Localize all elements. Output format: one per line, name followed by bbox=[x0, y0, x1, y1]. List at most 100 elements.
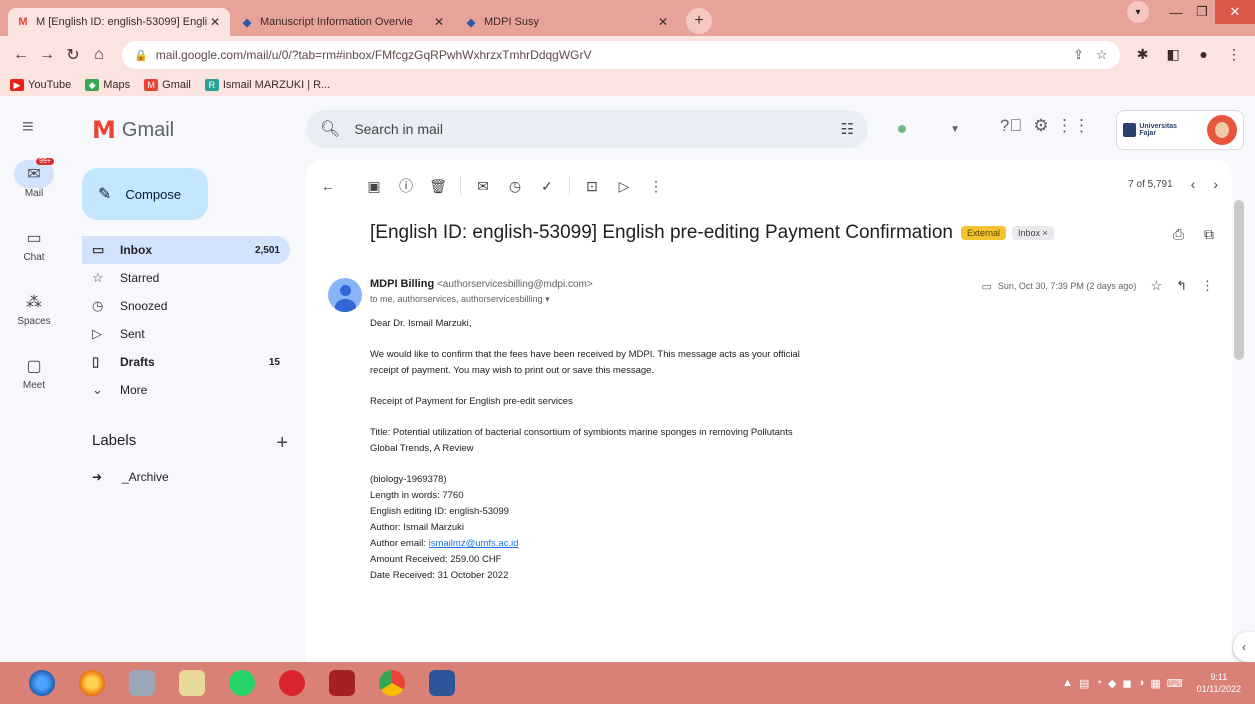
restore-button[interactable]: ❐ bbox=[1189, 4, 1215, 20]
bookmark-researchgate[interactable]: R Ismail MARZUKI | R... bbox=[204, 79, 330, 91]
reload-icon[interactable]: ↻ bbox=[60, 45, 86, 65]
tray-wifi-icon[interactable]: ▦ bbox=[1150, 677, 1160, 690]
home-icon[interactable]: ⌂ bbox=[86, 46, 112, 64]
tray-sync-icon[interactable]: ◔ bbox=[1095, 677, 1102, 689]
close-tab-icon[interactable]: ✕ bbox=[432, 15, 446, 29]
older-icon[interactable]: › bbox=[1213, 176, 1218, 192]
back-to-inbox-icon[interactable]: ← bbox=[312, 178, 344, 194]
nav-item-more[interactable]: ⌄ More bbox=[82, 376, 290, 404]
message-pane: ← ▣ ⓘ 🗑︎ ✉ ◷ ✓ ⊡ ▷ ⋮ 7 of 5,791 ‹ › [Eng… bbox=[306, 160, 1232, 662]
extensions-icon[interactable]: ✱ bbox=[1130, 46, 1156, 63]
tray-volume-icon[interactable]: ◼ bbox=[1123, 677, 1132, 690]
search-icon[interactable]: 🔍︎ bbox=[320, 119, 340, 139]
avatar[interactable] bbox=[1207, 115, 1237, 145]
scrollbar[interactable] bbox=[1234, 200, 1244, 360]
print-icon[interactable]: ⎙ bbox=[1173, 226, 1184, 242]
firefox-icon[interactable] bbox=[70, 666, 114, 700]
tab-susy[interactable]: ◆ MDPI Susy ✕ bbox=[456, 8, 678, 36]
report-spam-icon[interactable]: ⓘ bbox=[390, 176, 422, 196]
address-bar[interactable]: 🔒 mail.google.com/mail/u/0/?tab=rm#inbox… bbox=[122, 41, 1120, 69]
status-indicator[interactable]: ▼ bbox=[886, 110, 972, 148]
add-to-tasks-icon[interactable]: ✓ bbox=[531, 178, 563, 195]
delete-icon[interactable]: 🗑︎ bbox=[422, 178, 454, 195]
rail-item-mail[interactable]: ✉ 99+ Mail bbox=[0, 158, 68, 224]
compose-button[interactable]: ✎ Compose bbox=[82, 168, 208, 220]
nav-item-inbox[interactable]: ▭ Inbox 2,501 bbox=[82, 236, 290, 264]
chrome-icon[interactable] bbox=[370, 666, 414, 700]
forward-icon[interactable]: → bbox=[34, 46, 60, 64]
label-icon[interactable]: ▷ bbox=[608, 178, 640, 195]
close-window-button[interactable]: ✕ bbox=[1215, 0, 1255, 24]
tray-network-icon[interactable]: ▤ bbox=[1079, 677, 1089, 690]
main-menu-icon[interactable]: ≡ bbox=[22, 116, 34, 139]
settings-gear-icon[interactable]: ⚙ bbox=[1026, 116, 1056, 136]
newer-icon[interactable]: ‹ bbox=[1191, 176, 1196, 192]
back-icon[interactable]: ← bbox=[8, 46, 34, 64]
close-tab-icon[interactable]: ✕ bbox=[208, 15, 222, 29]
gmail-app: ≡ M Gmail 🔍︎ Search in mail ☷ ▼ ?⃝ ⚙ ⋮⋮ … bbox=[0, 96, 1255, 662]
rail-item-chat[interactable]: ▭ Chat bbox=[0, 224, 68, 288]
tray-app-icon[interactable]: ◆ bbox=[1108, 677, 1116, 690]
sender-name[interactable]: MDPI Billing bbox=[370, 278, 434, 290]
reply-icon[interactable]: ↰ bbox=[1176, 278, 1187, 294]
open-new-window-icon[interactable]: ⧉ bbox=[1204, 226, 1214, 242]
recipients-line[interactable]: to me, authorservices, authorservicesbil… bbox=[370, 294, 550, 305]
archive-icon[interactable]: ▣ bbox=[358, 178, 390, 195]
snooze-icon[interactable]: ◷ bbox=[499, 178, 531, 195]
nav-item-snoozed[interactable]: ◷ Snoozed bbox=[82, 292, 290, 320]
gmail-header: ≡ M Gmail 🔍︎ Search in mail ☷ ▼ ?⃝ ⚙ ⋮⋮ … bbox=[0, 96, 1255, 160]
nav-item-drafts[interactable]: ▯ Drafts 15 bbox=[82, 348, 290, 376]
bookmark-gmail[interactable]: M Gmail bbox=[144, 79, 191, 91]
sidepanel-icon[interactable]: ◧ bbox=[1160, 46, 1186, 63]
search-input[interactable]: Search in mail bbox=[354, 121, 840, 137]
account-switcher[interactable]: Universitas Fajar bbox=[1116, 110, 1244, 150]
account-icon[interactable]: ● bbox=[1191, 46, 1217, 62]
close-tab-icon[interactable]: ✕ bbox=[656, 15, 670, 29]
tray-warning-icon[interactable]: ▲ bbox=[1062, 677, 1073, 689]
word-icon[interactable] bbox=[420, 666, 464, 700]
start-button[interactable] bbox=[20, 666, 64, 700]
nav-item-sent[interactable]: ▷ Sent bbox=[82, 320, 290, 348]
tab-gmail[interactable]: M M [English ID: english-53099] Engli ✕ bbox=[8, 8, 230, 36]
tab-manuscript[interactable]: ◆ Manuscript Information Overvie ✕ bbox=[232, 8, 454, 36]
side-panel-toggle[interactable]: ‹ bbox=[1233, 632, 1255, 662]
bookmarks-bar: ▶ YouTube ◆ Maps M Gmail R Ismail MARZUKI | … bbox=[0, 74, 1255, 96]
mendeley-icon[interactable] bbox=[320, 666, 364, 700]
profile-icon[interactable]: ▾ bbox=[1127, 1, 1149, 23]
clock[interactable]: 9:11 01/11/2022 bbox=[1197, 671, 1241, 695]
star-icon: ☆ bbox=[92, 270, 104, 285]
bookmark-maps[interactable]: ◆ Maps bbox=[85, 79, 130, 91]
people-icon[interactable] bbox=[120, 666, 164, 700]
rail-item-meet[interactable]: ▢ Meet bbox=[0, 352, 68, 416]
detail-line: English editing ID: english-53099 bbox=[370, 506, 509, 517]
search-options-icon[interactable]: ☷ bbox=[841, 120, 854, 138]
body-paragraph: Receipt of Payment for English pre-edit … bbox=[370, 396, 573, 407]
inbox-tag[interactable]: Inbox × bbox=[1012, 225, 1054, 240]
add-label-button[interactable]: + bbox=[276, 432, 288, 455]
system-tray: ▲ ▤ ◔ ◆ ◼ ◑ ▦ ⌨ 9:11 01/11/2022 bbox=[1056, 662, 1241, 704]
file-explorer-icon[interactable] bbox=[170, 666, 214, 700]
gmail-logo[interactable]: M Gmail bbox=[92, 116, 174, 144]
bookmark-youtube[interactable]: ▶ YouTube bbox=[10, 79, 71, 91]
bookmark-star-icon[interactable]: ☆ bbox=[1096, 47, 1108, 63]
help-icon[interactable]: ?⃝ bbox=[996, 116, 1026, 136]
share-icon[interactable]: ⇪ bbox=[1073, 47, 1084, 63]
star-icon[interactable]: ☆ bbox=[1150, 278, 1162, 294]
opera-icon[interactable] bbox=[270, 666, 314, 700]
nav-item-starred[interactable]: ☆ Starred bbox=[82, 264, 290, 292]
search-bar[interactable]: 🔍︎ Search in mail ☷ bbox=[306, 110, 868, 148]
move-to-icon[interactable]: ⊡ bbox=[576, 178, 608, 195]
new-tab-button[interactable]: + bbox=[686, 8, 712, 34]
whatsapp-icon[interactable] bbox=[220, 666, 264, 700]
minimize-button[interactable]: — bbox=[1163, 5, 1189, 20]
tray-keyboard-icon[interactable]: ⌨ bbox=[1167, 677, 1183, 690]
more-options-icon[interactable]: ⋮ bbox=[1201, 278, 1214, 294]
author-email-link[interactable]: ismailmz@umfs.ac.id bbox=[429, 538, 519, 549]
tray-battery-icon[interactable]: ◑ bbox=[1138, 677, 1145, 689]
mark-unread-icon[interactable]: ✉ bbox=[467, 178, 499, 195]
more-options-icon[interactable]: ⋮ bbox=[640, 178, 672, 195]
label-item-archive[interactable]: ➜ _Archive bbox=[92, 470, 169, 484]
apps-grid-icon[interactable]: ⋮⋮ bbox=[1056, 116, 1090, 136]
menu-icon[interactable]: ⋮ bbox=[1221, 46, 1247, 63]
rail-item-spaces[interactable]: ⁂ Spaces bbox=[0, 288, 68, 352]
